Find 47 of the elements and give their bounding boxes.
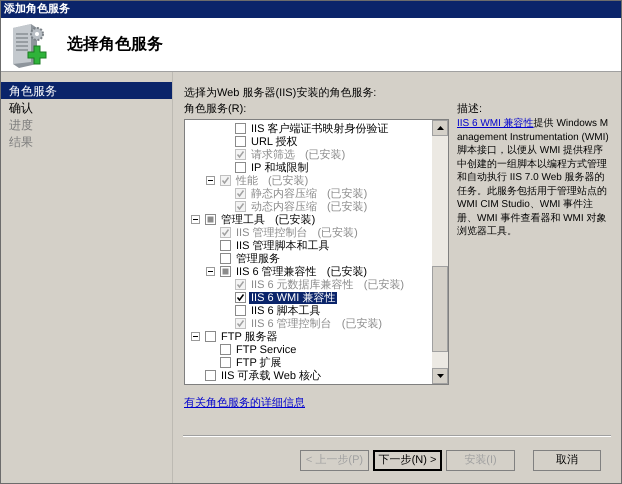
up-arrow-icon [436, 126, 444, 130]
description-link[interactable]: IIS 6 WMI 兼容性 [457, 118, 534, 129]
window-title: 添加角色服务 [4, 2, 70, 18]
more-info-link[interactable]: 有关角色服务的详细信息 [184, 395, 305, 412]
page-title: 选择角色服务 [67, 34, 163, 54]
checkbox[interactable] [235, 136, 246, 147]
tree-item[interactable]: URL 授权 [249, 136, 300, 148]
tree-item[interactable]: IP 和域限制 [249, 162, 310, 174]
tree-item[interactable]: IIS 6 管理兼容性 (已安装) [234, 266, 370, 278]
checkbox[interactable] [235, 305, 246, 316]
collapse-icon[interactable] [191, 215, 200, 224]
tree-item[interactable]: IIS 客户端证书映射身份验证 [249, 122, 391, 134]
scroll-down-button[interactable] [432, 368, 448, 384]
scroll-up-button[interactable] [432, 120, 448, 136]
description-heading: 描述: [457, 102, 484, 117]
down-arrow-icon [436, 374, 444, 378]
sidebar-item[interactable]: 确认 [1, 99, 172, 116]
tree-item[interactable]: FTP 服务器 [219, 330, 280, 342]
checkbox[interactable] [205, 331, 216, 342]
intro-text: 选择为Web 服务器(IIS)安装的角色服务: [184, 86, 378, 101]
checkbox[interactable] [235, 123, 246, 134]
wizard-button[interactable]: 下一步(N) > [373, 450, 442, 470]
checkbox[interactable] [205, 214, 216, 225]
tree-label: 角色服务(R): [184, 102, 248, 117]
tree-item[interactable]: IIS 管理脚本和工具 [234, 240, 332, 252]
checkbox[interactable] [235, 162, 246, 173]
checkbox[interactable] [220, 240, 231, 251]
description-text: IIS 6 WMI 兼容性提供 Windows Management Instrumentation (WMI)脚本接口，以便从 WMI 提供程序中创建的一组脚本以编程方式管理和自动执行 IIS 7.0 Web 服务器的任务。此服务包括用于管理站点的 WMI CIM Studio、WMI 事件注册、WMI 事件查看器和 WMI 对象浏览器工具。 [457, 117, 610, 238]
checkbox[interactable] [220, 357, 231, 368]
tree-item[interactable]: IIS 6 脚本工具 [249, 304, 323, 316]
tree-item[interactable]: IIS 6 WMI 兼容性 [249, 292, 338, 304]
collapse-icon[interactable] [206, 267, 215, 276]
scrollbar[interactable] [432, 120, 448, 384]
checkbox[interactable] [220, 266, 231, 277]
collapse-icon[interactable] [191, 332, 200, 341]
checkbox[interactable] [220, 253, 231, 264]
checkbox[interactable] [235, 292, 246, 303]
tree-item[interactable]: FTP 扩展 [234, 356, 284, 368]
wizard-button[interactable]: 取消 [533, 450, 601, 470]
checkbox[interactable] [205, 370, 216, 381]
tree-item[interactable]: IIS 可承载 Web 核心 [219, 370, 324, 382]
sidebar-item[interactable]: 角色服务 [1, 82, 172, 99]
tree-item[interactable]: FTP Service [234, 344, 298, 356]
tree-item[interactable]: 管理服务 [234, 252, 282, 264]
tree-item[interactable]: 管理工具 (已安装) [219, 214, 318, 226]
checkbox[interactable] [220, 344, 231, 355]
scroll-thumb[interactable] [432, 266, 448, 352]
